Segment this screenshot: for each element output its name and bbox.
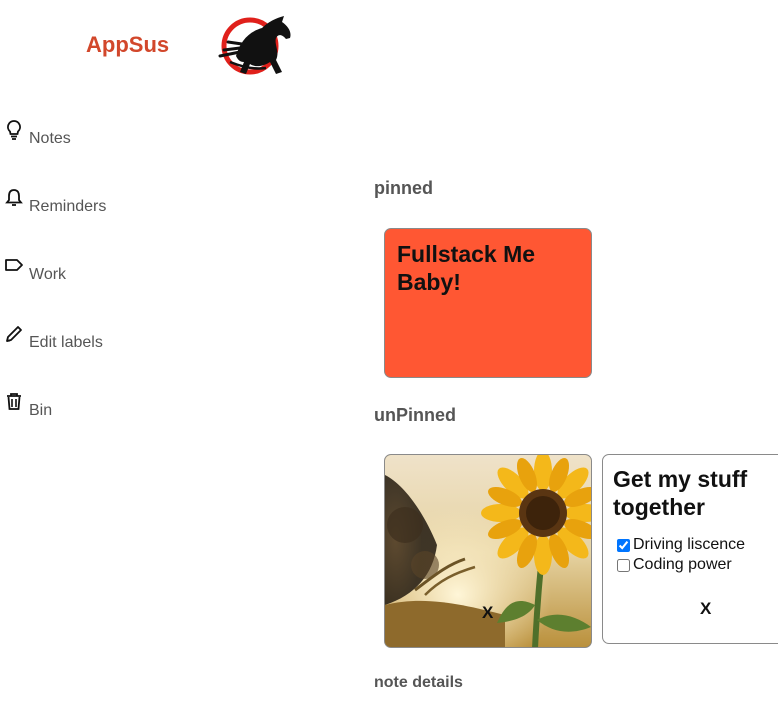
pencil-icon <box>4 323 24 345</box>
sidebar-item-label: Work <box>29 266 67 283</box>
sidebar-item-reminders[interactable]: Reminders <box>4 189 107 216</box>
sidebar-item-label: Reminders <box>29 198 107 215</box>
sidebar-item-edit-labels[interactable]: Edit labels <box>4 326 103 352</box>
note-title: Fullstack Me Baby! <box>397 241 536 295</box>
sidebar-item-bin[interactable]: Bin <box>4 393 53 420</box>
image-note-card[interactable]: X <box>384 454 592 648</box>
note-details-title: note details <box>374 674 463 691</box>
delete-note-button[interactable]: X <box>700 599 711 619</box>
todo-item[interactable]: Driving liscence <box>617 535 778 555</box>
todo-text: Coding power <box>633 556 732 573</box>
trash-icon <box>4 391 24 413</box>
note-title: Get my stuff together <box>613 466 748 520</box>
sidebar-item-notes[interactable]: Notes <box>4 120 71 148</box>
todo-item[interactable]: Coding power <box>617 555 778 575</box>
app-brand[interactable]: AppSus <box>86 32 169 58</box>
todo-list: Driving liscence Coding power <box>617 535 778 575</box>
pinned-section-title: pinned <box>374 178 433 198</box>
horse-logo-icon[interactable] <box>210 12 296 80</box>
delete-note-button[interactable]: X <box>482 603 493 623</box>
todo-checkbox[interactable] <box>617 558 630 572</box>
pinned-note-card[interactable]: Fullstack Me Baby! <box>384 228 592 378</box>
sidebar-item-label: Edit labels <box>29 334 103 351</box>
unpinned-section-title: unPinned <box>374 405 456 425</box>
sidebar-item-work[interactable]: Work <box>4 259 67 284</box>
lightbulb-icon <box>4 119 24 141</box>
todo-checkbox[interactable] <box>617 538 630 552</box>
bell-icon <box>4 187 24 209</box>
label-tag-icon <box>4 255 24 277</box>
todo-note-card[interactable]: Get my stuff together Driving liscence C… <box>602 454 778 644</box>
sidebar-item-label: Notes <box>29 130 71 147</box>
sidebar-item-label: Bin <box>29 402 53 419</box>
todo-text: Driving liscence <box>633 536 746 553</box>
